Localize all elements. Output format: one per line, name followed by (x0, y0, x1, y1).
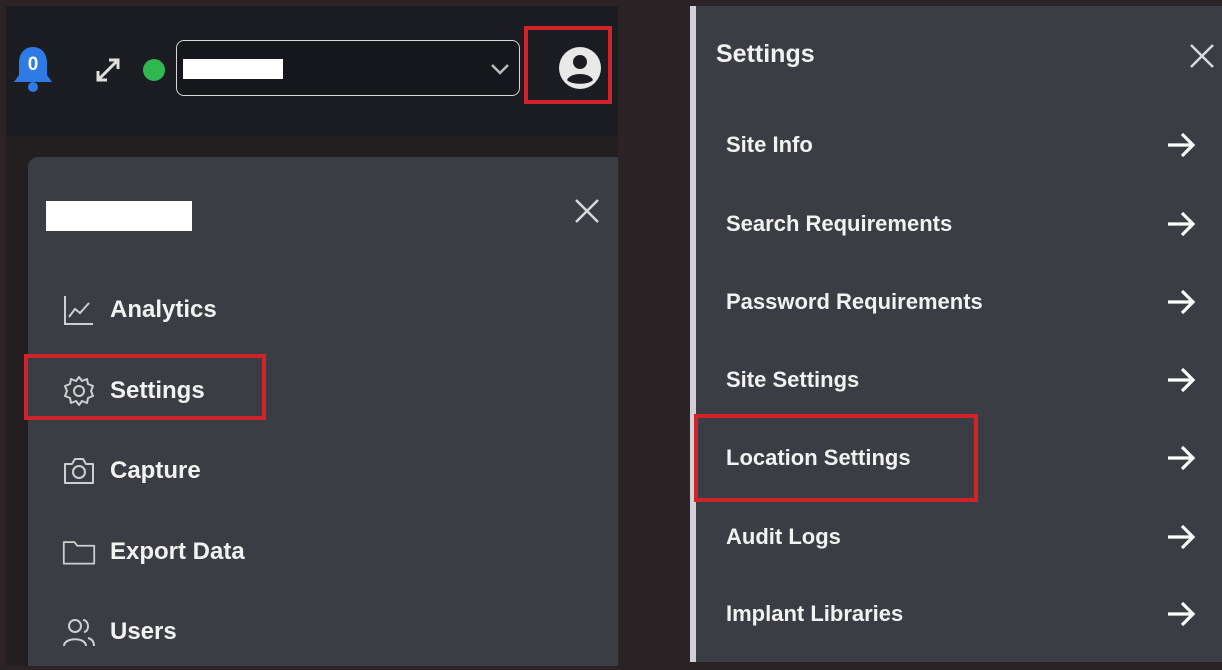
site-selector[interactable] (176, 40, 520, 96)
settings-item-site-settings[interactable]: Site Settings (726, 360, 1196, 400)
user-name (46, 201, 192, 231)
arrow-right-icon (1168, 367, 1196, 393)
notifications-button[interactable]: 0 (12, 44, 54, 94)
settings-item-audit-logs[interactable]: Audit Logs (726, 517, 1196, 557)
settings-item-label: Password Requirements (726, 289, 983, 314)
settings-item-password-requirements[interactable]: Password Requirements (726, 282, 1196, 322)
arrow-right-icon (1168, 601, 1196, 627)
arrow-right-icon (1168, 524, 1196, 550)
profile-button-highlight (524, 26, 612, 104)
menu-item-analytics[interactable]: Analytics (62, 290, 217, 330)
left-screenshot-panel: 0 Analytics Settings Capture Export Data… (6, 6, 618, 666)
menu-item-label: Users (110, 618, 177, 645)
arrow-right-icon (1168, 211, 1196, 237)
settings-panel: Settings Site Info Search Requirements P… (690, 6, 1222, 662)
settings-item-site-info[interactable]: Site Info (726, 125, 1196, 165)
arrow-right-icon (1168, 132, 1196, 158)
menu-item-label: Capture (110, 457, 201, 484)
settings-item-label: Audit Logs (726, 524, 841, 549)
site-selector-value (183, 59, 283, 79)
menu-item-label: Export Data (110, 538, 245, 565)
location-settings-highlight (694, 414, 978, 502)
expand-icon (96, 58, 120, 82)
close-menu-button[interactable] (573, 197, 601, 225)
settings-item-label: Site Settings (726, 367, 860, 392)
fullscreen-button[interactable] (92, 54, 124, 86)
settings-item-label: Search Requirements (726, 211, 953, 236)
notification-count: 0 (27, 54, 39, 75)
settings-item-label: Site Info (726, 132, 813, 157)
settings-item-search-requirements[interactable]: Search Requirements (726, 204, 1196, 244)
folder-icon (62, 535, 96, 569)
menu-item-export-data[interactable]: Export Data (62, 532, 245, 572)
close-icon (1190, 44, 1214, 68)
menu-item-users[interactable]: Users (62, 612, 177, 652)
camera-icon (62, 454, 96, 488)
top-toolbar: 0 (6, 6, 618, 136)
menu-item-capture[interactable]: Capture (62, 451, 201, 491)
settings-highlight (24, 354, 266, 420)
analytics-icon (62, 293, 96, 327)
arrow-right-icon (1168, 445, 1196, 471)
menu-item-label: Analytics (110, 296, 217, 323)
settings-item-implant-libraries[interactable]: Implant Libraries (726, 594, 1196, 634)
panel-divider (690, 6, 696, 662)
chevron-down-icon (491, 64, 509, 75)
user-menu-dropdown: Analytics Settings Capture Export Data U… (24, 157, 618, 666)
close-icon (575, 199, 599, 223)
user-circle-icon (559, 47, 601, 89)
settings-panel-title: Settings (716, 40, 815, 68)
settings-item-label: Implant Libraries (726, 601, 904, 626)
arrow-right-icon (1168, 289, 1196, 315)
close-settings-button[interactable] (1188, 42, 1216, 70)
online-status-indicator (143, 59, 165, 81)
users-icon (62, 615, 96, 649)
profile-button[interactable] (558, 46, 602, 90)
